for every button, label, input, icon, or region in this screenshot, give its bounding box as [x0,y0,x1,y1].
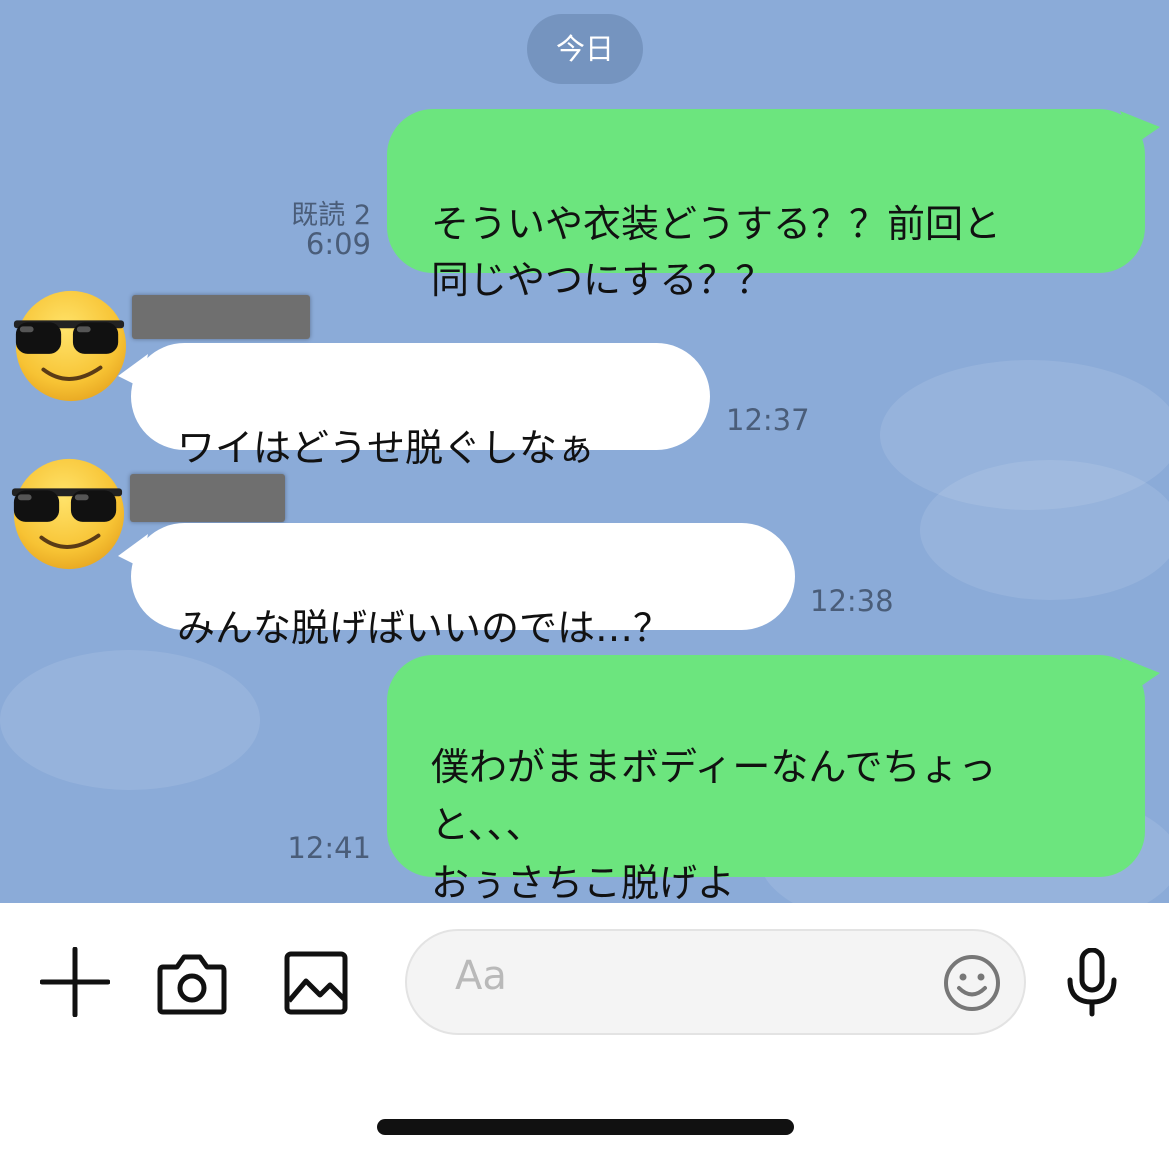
message-text: みんな脱げばいいのでは…？ [177,606,672,650]
microphone-icon[interactable] [1062,948,1122,1018]
my-message-bubble[interactable]: そういや衣装どうする？？前回と 同じやつにする？？ [387,109,1145,302]
message-text: ワイはどうせ脱ぐしなぁ [177,426,596,470]
smiling-face-with-sunglasses-icon[interactable] [10,287,128,405]
emoji-icon[interactable] [942,953,1002,1013]
chat-area[interactable]: 今日 既読 2 6:09 そういや衣装どうする？？前回と 同じやつにする？？ ワ… [0,0,1169,903]
message-input[interactable]: Aa [405,929,1026,1035]
bubble-tail [1120,111,1160,145]
message-time: 6:09 [305,227,371,261]
their-message-bubble[interactable]: ワイはどうせ脱ぐしなぁ [131,343,710,470]
camera-icon[interactable] [157,953,227,1015]
redacted-sender-name [132,295,310,339]
bubble-tail [118,354,148,388]
message-time: 12:41 [287,831,371,865]
date-separator: 今日 [527,14,643,84]
input-placeholder: Aa [455,953,507,999]
image-icon[interactable] [284,951,348,1015]
bubble-tail [118,534,148,568]
background-cloud [0,650,260,790]
home-indicator[interactable] [377,1119,794,1135]
their-message-bubble[interactable]: みんな脱げばいいのでは…？ [131,523,795,650]
plus-icon[interactable] [40,947,110,1017]
background-cloud [920,460,1169,600]
smiling-face-with-sunglasses-icon[interactable] [8,455,126,573]
message-time: 12:37 [726,403,810,437]
bubble-tail [1120,657,1160,691]
message-text: そういや衣装どうする？？前回と 同じやつにする？？ [431,202,1002,302]
message-time: 12:38 [810,584,894,618]
redacted-sender-name [130,474,285,522]
my-message-bubble[interactable]: 僕わがままボディーなんでちょっ と、、、 おぅさちこ脱げよ [387,655,1145,903]
